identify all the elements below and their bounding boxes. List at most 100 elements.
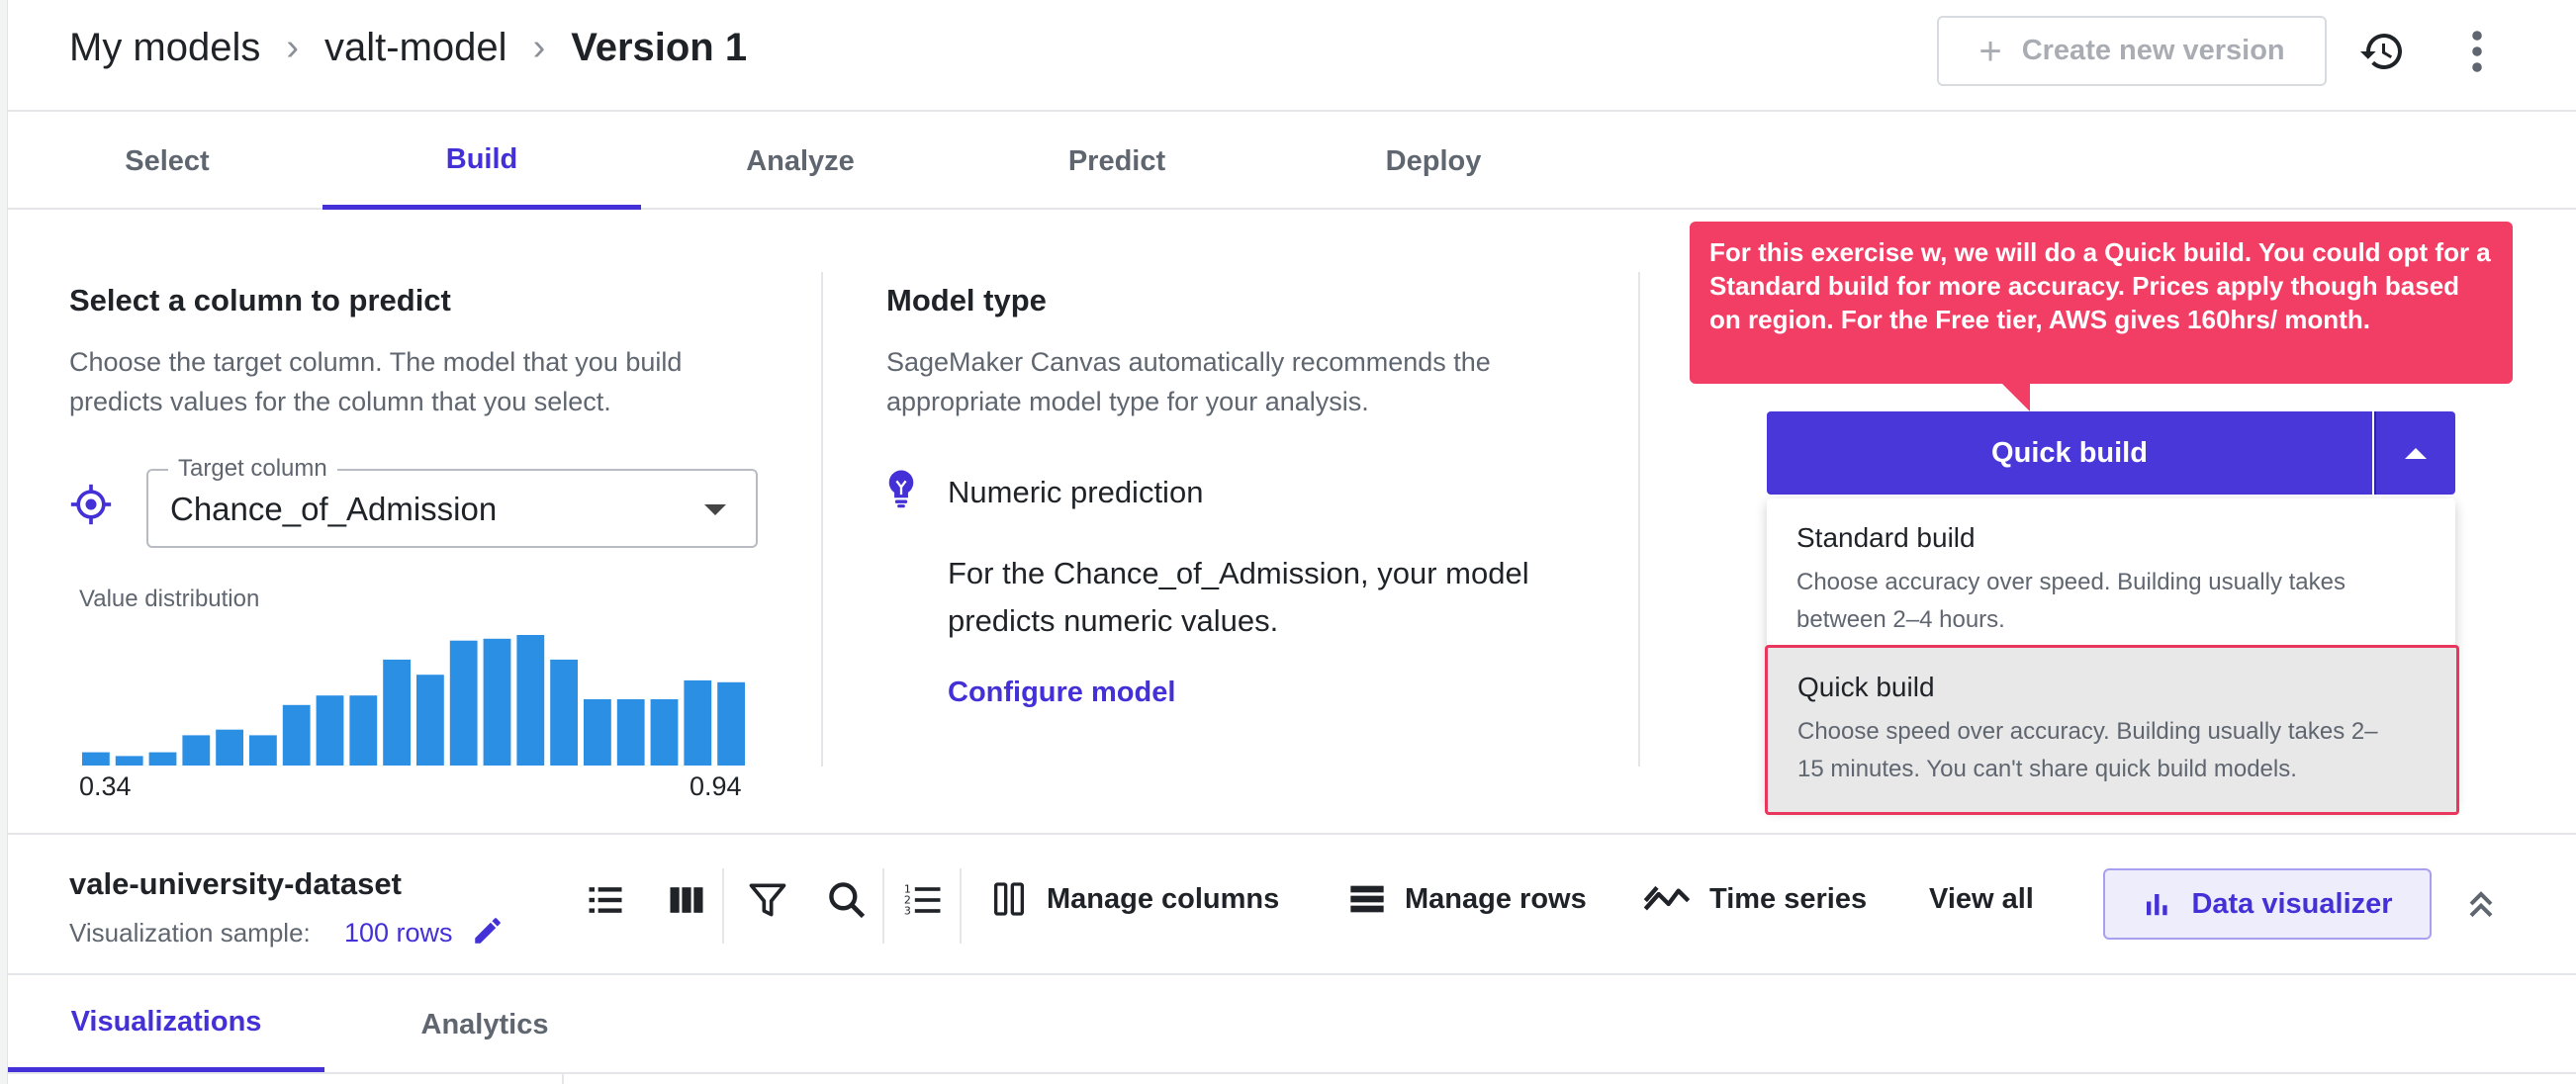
model-desc-line: SageMaker Canvas automatically recommend… [886,347,1491,377]
search-icon[interactable] [825,878,869,922]
model-type-name: Numeric prediction [948,475,1204,509]
target-column-select[interactable]: Target column Chance_of_Admission [146,455,758,548]
model-panel-desc: SageMaker Canvas automatically recommend… [886,342,1491,421]
value-distribution-chart [82,635,745,766]
model-panel-title: Model type [886,283,1047,317]
histogram-bar [182,735,211,766]
histogram-bar [483,638,511,766]
dataset-view-tabs: Visualizations Analytics [8,977,2576,1074]
toolbar-divider [722,868,724,944]
create-new-version-button[interactable]: + Create new version [1937,16,2327,86]
menu-item-title: Standard build [1796,522,1976,553]
target-panel-title: Select a column to predict [69,283,451,317]
history-icon[interactable] [2358,28,2406,75]
axis-min-label: 0.34 [79,771,132,801]
breadcrumb: My models › valt-model › Version 1 [69,26,747,70]
columns-icon [994,882,1024,916]
toolbar-divider [960,868,962,944]
menu-item-desc-line: between 2–4 hours. [1796,606,2005,633]
histogram-bar [717,681,745,766]
build-options-menu: Standard build Choose accuracy over spee… [1765,498,2459,815]
histogram-bar [584,699,611,766]
tutorial-callout-arrow [2000,382,2030,411]
tab-deploy[interactable]: Deploy [1274,114,1593,210]
menu-item-desc-line: Choose speed over accuracy. Building usu… [1797,718,2378,745]
target-panel-desc: Choose the target column. The model that… [69,342,682,421]
menu-item-quick-build[interactable]: Quick build Choose speed over accuracy. … [1765,645,2459,815]
tab-predict[interactable]: Predict [958,114,1276,210]
menu-item-desc: Choose speed over accuracy. Building usu… [1797,713,2427,788]
column-view-icon[interactable] [665,878,708,922]
histogram-bar [650,699,679,766]
tutorial-callout: For this exercise w, we will do a Quick … [1690,222,2513,384]
menu-item-title: Quick build [1797,672,1935,702]
time-series-label: Time series [1709,882,1868,915]
more-options-icon[interactable] [2465,30,2489,73]
histogram-bar [148,752,177,766]
pencil-icon[interactable] [471,914,505,948]
histogram-bar [516,635,545,766]
chevron-right-icon: › [286,27,300,68]
menu-item-desc-line: 15 minutes. You can't share quick build … [1797,756,2297,782]
breadcrumb-current: Version 1 [571,26,748,69]
visualization-sample-label: Visualization sample: [69,918,311,948]
manage-rows-label: Manage rows [1405,882,1587,915]
breadcrumb-model[interactable]: valt-model [324,26,507,70]
model-type-desc-line: For the Chance_of_Admission, your model [948,556,1529,590]
tab-select[interactable]: Select [8,114,326,210]
target-icon [70,484,112,525]
histogram-bar [282,704,311,766]
svg-text:3: 3 [904,905,911,918]
lightbulb-icon [888,470,914,508]
bar-chart-icon [2147,894,2168,916]
trend-icon [1643,885,1691,911]
plus-icon: + [1978,29,2002,73]
numbered-list-icon[interactable]: 1 2 3 [902,878,946,922]
tab-analyze[interactable]: Analyze [641,114,960,210]
value-distribution-label: Value distribution [79,586,260,612]
view-all-label: View all [1929,882,2034,915]
data-visualizer-button[interactable]: Data visualizer [2103,868,2432,940]
histogram-bar [316,695,344,766]
target-desc-line: predicts values for the column that you … [69,387,611,416]
build-options-toggle[interactable] [2374,411,2455,495]
histogram-bar [616,699,645,766]
tab-analytics[interactable]: Analytics [326,977,643,1072]
manage-columns-button[interactable]: Manage columns [989,874,1279,924]
list-view-icon[interactable] [584,878,627,922]
histogram-bar [383,659,411,766]
toolbar-divider [882,868,884,944]
panel-divider [1638,272,1640,767]
time-series-button[interactable]: Time series [1642,874,1867,924]
data-visualizer-label: Data visualizer [2191,887,2393,920]
histogram-bar [416,675,444,766]
panel-divider [562,1074,564,1084]
menu-item-desc-line: Choose accuracy over speed. Building usu… [1796,569,2346,595]
sample-size-link[interactable]: 100 rows [344,918,453,948]
histogram-bar [115,756,143,766]
menu-item-standard-build[interactable]: Standard build Choose accuracy over spee… [1767,498,2455,663]
collapse-icon[interactable] [2461,882,2501,926]
left-rail [0,0,8,1084]
create-new-version-label: Create new version [2021,35,2285,66]
histogram-bar [249,735,277,766]
model-type-desc-line: predicts numeric values. [948,603,1279,638]
model-desc-line: appropriate model type for your analysis… [886,387,1369,416]
histogram-bar [684,679,712,766]
histogram-bar [449,640,478,766]
view-all-button[interactable]: View all [1929,874,2034,924]
tab-visualizations[interactable]: Visualizations [8,977,324,1072]
caret-up-icon [2405,447,2427,459]
filter-icon[interactable] [746,878,789,922]
manage-rows-button[interactable]: Manage rows [1347,874,1587,924]
histogram-bar [349,695,378,766]
target-column-value: Chance_of_Admission [170,491,498,527]
quick-build-button[interactable]: Quick build [1767,411,2372,495]
model-type-desc: For the Chance_of_Admission, your model … [948,550,1581,645]
menu-item-desc: Choose accuracy over speed. Building usu… [1796,564,2426,639]
configure-model-link[interactable]: Configure model [948,677,1175,709]
tab-build[interactable]: Build [322,114,641,210]
histogram-bar [550,659,578,766]
histogram-bar [216,729,243,766]
breadcrumb-my-models[interactable]: My models [69,26,260,70]
